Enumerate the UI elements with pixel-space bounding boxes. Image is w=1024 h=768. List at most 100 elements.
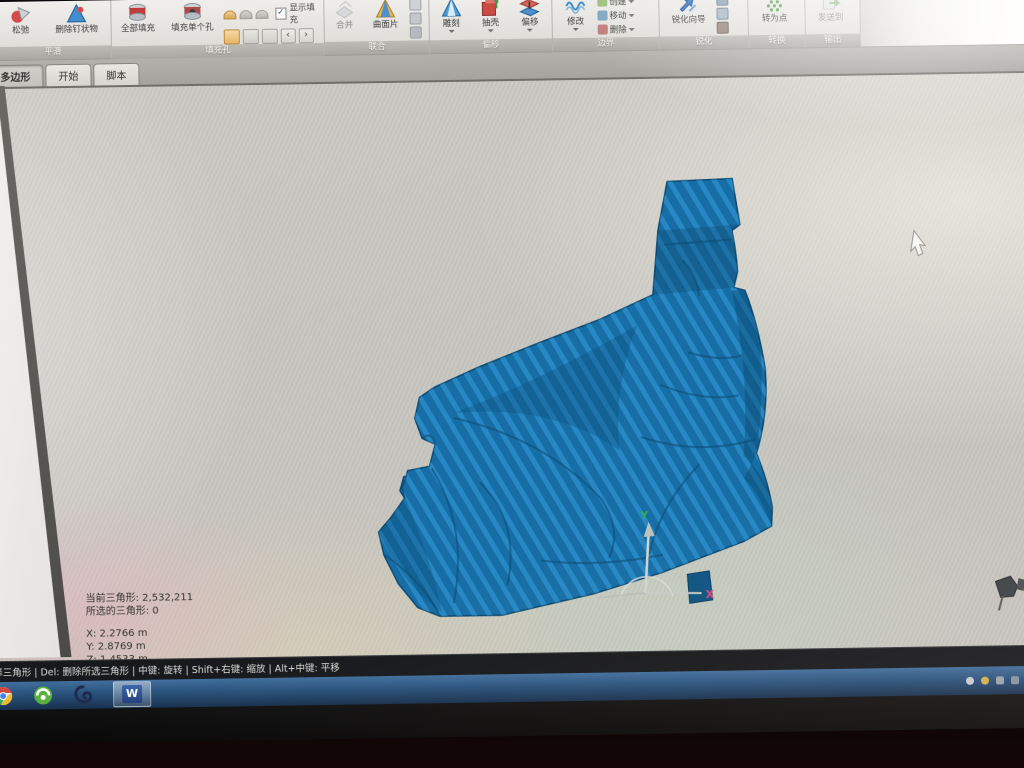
group-label-offset: 偏移 bbox=[430, 38, 552, 53]
group-label-output: 输出 bbox=[806, 34, 860, 48]
sharpen-opt2-icon[interactable] bbox=[716, 8, 728, 20]
remove-spikes-icon bbox=[65, 3, 87, 25]
view-widget bbox=[995, 576, 1024, 610]
statue-model: Y X bbox=[0, 79, 1024, 661]
modify-button[interactable]: 修改 bbox=[555, 0, 596, 34]
geomagic-icon[interactable] bbox=[73, 685, 93, 705]
next-hole-button[interactable]: › bbox=[298, 28, 313, 43]
status-hint-text: 选择三角形 | Del: 删除所选三角形 | 中键: 旋转 | Shift+右键… bbox=[0, 660, 340, 680]
sharpen-wizard-button[interactable]: 锐化向导 bbox=[662, 0, 715, 26]
offset-button[interactable]: 偏移 bbox=[511, 0, 549, 35]
fill-options-cluster: ✓ 显示填充 ‹ › bbox=[223, 0, 321, 45]
sharpen-extra-icons bbox=[716, 0, 729, 34]
ribbon-group-sharpen: 锐化向导 锐化 bbox=[659, 0, 749, 50]
merge-button[interactable]: 合并 bbox=[327, 0, 362, 31]
prev-hole-button[interactable]: ‹ bbox=[280, 28, 295, 43]
tangent-fill-icon[interactable] bbox=[239, 10, 252, 19]
surface-patch-icon bbox=[374, 0, 396, 20]
send-to-button[interactable]: 发送到 bbox=[808, 0, 853, 23]
button-label: 全部填充 bbox=[121, 24, 155, 35]
ribbon-group-boundary: 修改 创建 移动 删除 边界 bbox=[552, 0, 660, 51]
word-icon: W bbox=[122, 685, 142, 703]
button-label: 曲面片 bbox=[373, 20, 399, 30]
relax-icon bbox=[9, 4, 31, 26]
checkbox-check-icon: ✓ bbox=[275, 8, 286, 20]
button-label: 雕刻 bbox=[443, 19, 460, 29]
fill-single-hole-button[interactable]: 填充单个孔 bbox=[163, 0, 221, 33]
show-fill-checkbox[interactable]: ✓ 显示填充 bbox=[275, 1, 320, 26]
relax-button[interactable]: 松弛 bbox=[0, 2, 44, 36]
convert-to-points-icon bbox=[763, 0, 785, 14]
photographed-laptop-screen: 松弛 删除钉状物 平滑 bbox=[0, 0, 1024, 768]
mouse-cursor bbox=[910, 231, 925, 256]
mini-label: 删除 bbox=[610, 23, 627, 35]
sculpt-icon bbox=[440, 0, 462, 19]
checkbox-label: 显示填充 bbox=[289, 1, 320, 25]
ribbon-group-output: 发送到 输出 bbox=[805, 0, 861, 47]
ribbon-group-combine: 合并 曲面片 联合 bbox=[324, 0, 430, 55]
button-label: 抽壳 bbox=[482, 18, 499, 28]
fill-all-icon bbox=[127, 2, 149, 24]
fill-all-button[interactable]: 全部填充 bbox=[114, 1, 161, 35]
selected-triangles: 所选的三角形: 0 bbox=[86, 604, 194, 619]
mini-label: 移动 bbox=[609, 9, 626, 21]
ribbon-group-fill-holes: 全部填充 填充单个孔 ✓ bbox=[111, 0, 325, 58]
button-label: 发送到 bbox=[818, 13, 844, 23]
curvature-fill-icon[interactable] bbox=[223, 10, 236, 19]
send-to-icon bbox=[819, 0, 841, 13]
combine-opt3-icon[interactable] bbox=[410, 26, 422, 38]
group-label-sharpen: 锐化 bbox=[660, 35, 748, 49]
fill-single-hole-icon bbox=[181, 1, 203, 23]
screen-glare-area bbox=[860, 0, 1024, 47]
move-boundary-button[interactable]: 移动 bbox=[597, 9, 634, 22]
sharpen-opt3-icon[interactable] bbox=[717, 22, 729, 34]
ribbon-group-convert: 转为点 转换 bbox=[748, 0, 806, 48]
fill-mode-complete-icon[interactable] bbox=[223, 29, 239, 44]
flat-fill-icon[interactable] bbox=[255, 9, 268, 18]
app-window: 松弛 删除钉状物 平滑 bbox=[0, 0, 1024, 744]
combine-opt2-icon[interactable] bbox=[409, 12, 421, 24]
surface-patch-button[interactable]: 曲面片 bbox=[363, 0, 408, 30]
mini-label: 创建 bbox=[609, 0, 626, 7]
ribbon-group-offset: 雕刻 抽壳 偏移 偏移 bbox=[429, 0, 553, 53]
tray-dot-icon[interactable] bbox=[966, 677, 974, 685]
merge-icon bbox=[333, 0, 355, 21]
create-boundary-button[interactable]: 创建 bbox=[597, 0, 634, 8]
tab-script[interactable]: 脚本 bbox=[93, 63, 139, 86]
shell-icon bbox=[479, 0, 501, 18]
word-taskbar-button[interactable]: W bbox=[113, 681, 151, 708]
ribbon-group-smooth: 松弛 删除钉状物 平滑 bbox=[0, 0, 112, 60]
viewport-stats: 当前三角形: 2,532,211 所选的三角形: 0 X: 2.2766 m Y… bbox=[86, 591, 195, 661]
button-label: 合并 bbox=[336, 20, 353, 30]
offset-icon bbox=[519, 0, 541, 18]
tab-start[interactable]: 开始 bbox=[45, 64, 91, 87]
group-label-smooth: 平滑 bbox=[0, 45, 111, 60]
sharpen-opt1-icon[interactable] bbox=[716, 0, 728, 6]
sharpen-wizard-icon bbox=[677, 0, 699, 15]
tray-app1-icon[interactable] bbox=[996, 676, 1004, 684]
button-label: 修改 bbox=[567, 17, 584, 27]
sculpt-button[interactable]: 雕刻 bbox=[432, 0, 470, 36]
button-label: 填充单个孔 bbox=[171, 23, 214, 34]
x-axis-label: X bbox=[706, 588, 715, 601]
shell-button[interactable]: 抽壳 bbox=[472, 0, 510, 36]
viewport-3d[interactable]: Y X 当前三角形: 2,532,211 所选的三角形: 0 bbox=[0, 73, 1024, 662]
button-label: 松弛 bbox=[12, 26, 29, 36]
system-tray: 2016 bbox=[966, 675, 1024, 686]
convert-to-points-button[interactable]: 转为点 bbox=[751, 0, 798, 24]
tab-polygon[interactable]: 多边形 bbox=[0, 64, 44, 87]
tray-gold-icon[interactable] bbox=[981, 677, 989, 685]
tray-network-icon[interactable] bbox=[1011, 676, 1019, 684]
button-label: 偏移 bbox=[521, 18, 538, 28]
remove-spikes-button[interactable]: 删除钉状物 bbox=[45, 1, 108, 35]
fill-mode-bridge-icon[interactable] bbox=[261, 29, 277, 44]
button-label: 转为点 bbox=[762, 14, 788, 24]
delete-boundary-button[interactable]: 删除 bbox=[598, 23, 635, 36]
fill-mode-partial-icon[interactable] bbox=[242, 29, 258, 44]
group-label-convert: 转换 bbox=[749, 34, 805, 48]
browser-green-icon[interactable] bbox=[33, 685, 53, 705]
combine-opt1-icon[interactable] bbox=[409, 0, 421, 11]
group-label-boundary: 边界 bbox=[553, 37, 659, 52]
y-axis-label: Y bbox=[639, 509, 649, 522]
chrome-icon[interactable] bbox=[0, 686, 13, 706]
